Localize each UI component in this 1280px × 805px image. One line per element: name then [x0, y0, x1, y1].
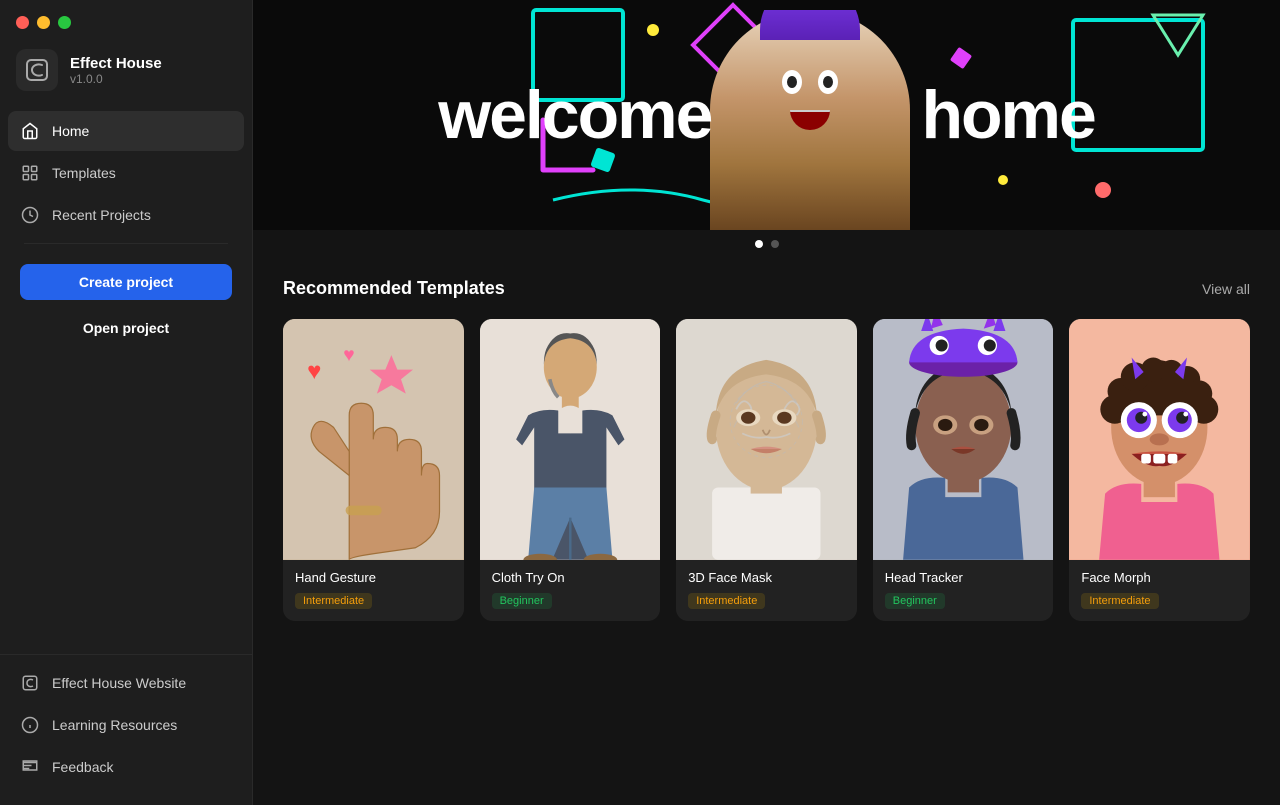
- card-badge-hand-gesture: Intermediate: [295, 593, 372, 609]
- templates-grid: ♥ ♥ Hand Gesture Intermediate: [283, 319, 1250, 621]
- minimize-button[interactable]: [37, 16, 50, 29]
- card-info-3d-face-mask: 3D Face Mask Intermediate: [676, 560, 857, 621]
- cloth-try-on-visual: [480, 319, 661, 560]
- templates-icon: [20, 163, 40, 183]
- card-badge-head-tracker: Beginner: [885, 593, 945, 609]
- view-all-link[interactable]: View all: [1202, 281, 1250, 297]
- section-header: Recommended Templates View all: [283, 278, 1250, 299]
- card-info-hand-gesture: Hand Gesture Intermediate: [283, 560, 464, 621]
- sidebar-item-learning-resources-label: Learning Resources: [52, 717, 177, 733]
- head-tracker-visual: [873, 319, 1054, 560]
- template-card-3d-face-mask[interactable]: 3D Face Mask Intermediate: [676, 319, 857, 621]
- home-icon: [20, 121, 40, 141]
- nav-divider: [24, 243, 228, 244]
- card-info-cloth-try-on: Cloth Try On Beginner: [480, 560, 661, 621]
- sidebar-item-feedback[interactable]: Feedback: [8, 747, 244, 787]
- nav-section: Home Templates Recent Projec: [0, 111, 252, 654]
- hand-gesture-visual: ♥ ♥: [283, 319, 464, 560]
- card-title-hand-gesture: Hand Gesture: [295, 570, 452, 585]
- sidebar-bottom: Effect House Website Learning Resources …: [0, 654, 252, 805]
- hero-banner: welcome home: [253, 0, 1280, 230]
- sidebar-item-recent-projects[interactable]: Recent Projects: [8, 195, 244, 235]
- card-image-face-morph: [1069, 319, 1250, 560]
- maximize-button[interactable]: [58, 16, 71, 29]
- card-title-face-morph: Face Morph: [1081, 570, 1238, 585]
- main-content: welcome home Recommended Templates View …: [253, 0, 1280, 805]
- sidebar-item-recent-projects-label: Recent Projects: [52, 207, 151, 223]
- app-logo: [16, 49, 58, 91]
- sidebar-item-templates-label: Templates: [52, 165, 116, 181]
- template-card-face-morph[interactable]: Face Morph Intermediate: [1069, 319, 1250, 621]
- card-image-hand-gesture: ♥ ♥: [283, 319, 464, 560]
- hero-welcome-text: welcome: [438, 76, 711, 154]
- app-name: Effect House: [70, 55, 162, 72]
- face-morph-visual: [1069, 319, 1250, 560]
- svg-text:♥: ♥: [307, 358, 321, 385]
- sidebar-item-effect-house-website-label: Effect House Website: [52, 675, 186, 691]
- sidebar-item-learning-resources[interactable]: Learning Resources: [8, 705, 244, 745]
- recommended-section: Recommended Templates View all: [253, 258, 1280, 641]
- face-morph-svg: [1069, 319, 1250, 560]
- learning-resources-icon: [20, 715, 40, 735]
- sidebar-item-templates[interactable]: Templates: [8, 153, 244, 193]
- banner-dot-2[interactable]: [771, 240, 779, 248]
- head-tracker-svg: [873, 319, 1054, 560]
- recent-projects-icon: [20, 205, 40, 225]
- svg-text:♥: ♥: [343, 345, 354, 366]
- hero-home-text: home: [921, 76, 1094, 154]
- app-version: v1.0.0: [70, 72, 162, 86]
- sidebar: Effect House v1.0.0 Home: [0, 0, 253, 805]
- banner-dots: [253, 230, 1280, 258]
- close-button[interactable]: [16, 16, 29, 29]
- card-badge-face-morph: Intermediate: [1081, 593, 1158, 609]
- template-card-hand-gesture[interactable]: ♥ ♥ Hand Gesture Intermediate: [283, 319, 464, 621]
- card-image-3d-face-mask: [676, 319, 857, 560]
- app-title-block: Effect House v1.0.0: [70, 55, 162, 86]
- sidebar-item-home[interactable]: Home: [8, 111, 244, 151]
- action-buttons: Create project Open project: [8, 252, 244, 358]
- hero-text-overlay: welcome home: [253, 0, 1280, 230]
- template-card-cloth-try-on[interactable]: Cloth Try On Beginner: [480, 319, 661, 621]
- app-logo-icon: [24, 57, 50, 83]
- template-card-head-tracker[interactable]: Head Tracker Beginner: [873, 319, 1054, 621]
- card-title-head-tracker: Head Tracker: [885, 570, 1042, 585]
- card-badge-cloth-try-on: Beginner: [492, 593, 552, 609]
- card-info-face-morph: Face Morph Intermediate: [1069, 560, 1250, 621]
- traffic-lights: [0, 0, 252, 39]
- banner-dot-1[interactable]: [755, 240, 763, 248]
- card-badge-3d-face-mask: Intermediate: [688, 593, 765, 609]
- card-title-3d-face-mask: 3D Face Mask: [688, 570, 845, 585]
- feedback-icon: [20, 757, 40, 777]
- 3d-face-mask-visual: [676, 319, 857, 560]
- hero-title-container: welcome home: [438, 76, 1095, 154]
- effect-house-website-icon: [20, 673, 40, 693]
- card-image-cloth-try-on: [480, 319, 661, 560]
- open-project-button[interactable]: Open project: [20, 310, 232, 346]
- card-title-cloth-try-on: Cloth Try On: [492, 570, 649, 585]
- sidebar-item-feedback-label: Feedback: [52, 759, 113, 775]
- 3d-face-mask-svg: [676, 319, 857, 560]
- app-header: Effect House v1.0.0: [0, 39, 252, 111]
- hand-gesture-svg: ♥ ♥: [283, 319, 464, 560]
- card-info-head-tracker: Head Tracker Beginner: [873, 560, 1054, 621]
- sidebar-item-effect-house-website[interactable]: Effect House Website: [8, 663, 244, 703]
- sidebar-item-home-label: Home: [52, 123, 89, 139]
- create-project-button[interactable]: Create project: [20, 264, 232, 300]
- cloth-try-on-svg: [480, 319, 661, 560]
- card-image-head-tracker: [873, 319, 1054, 560]
- section-title: Recommended Templates: [283, 278, 505, 299]
